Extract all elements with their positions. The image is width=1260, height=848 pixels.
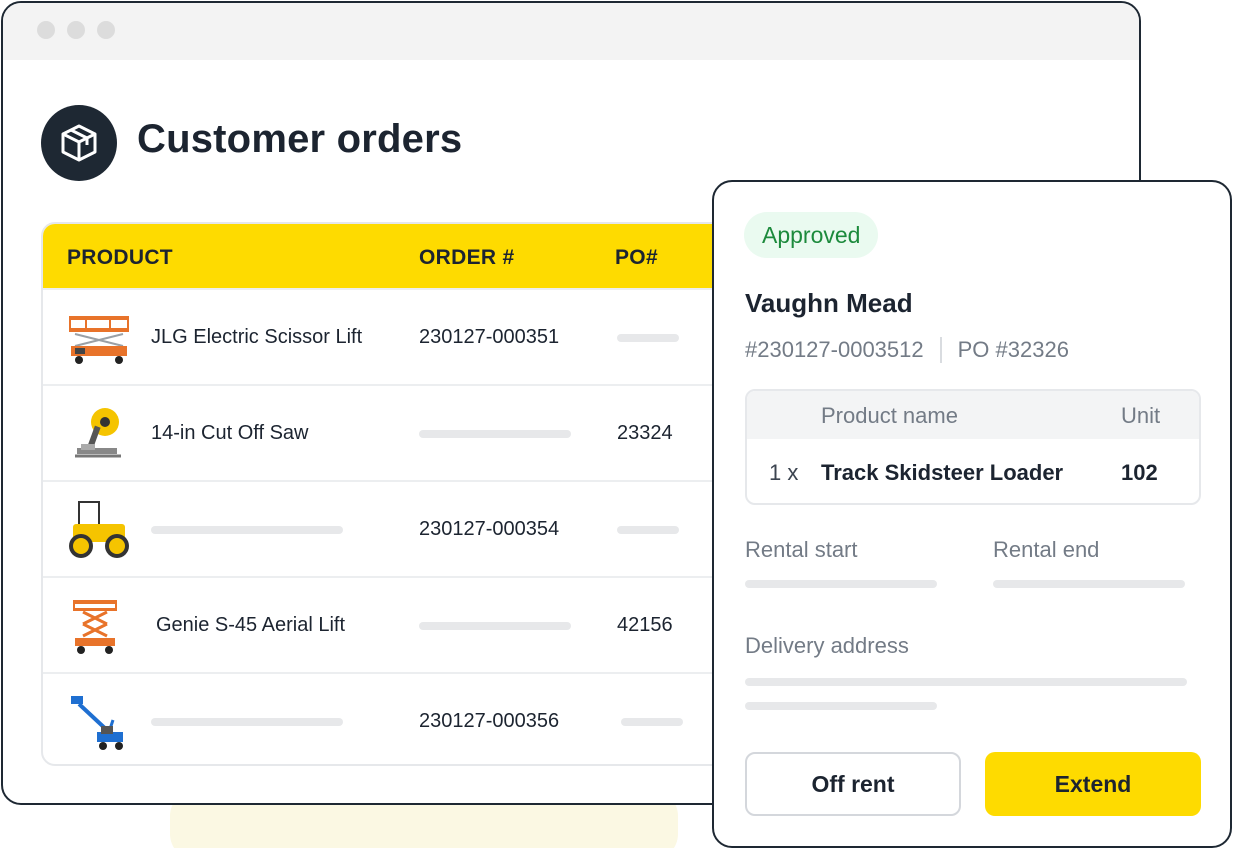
aerial-lift-icon [73,600,117,654]
scissor-lift-icon [69,316,129,364]
col-header-product[interactable]: PRODUCT [67,246,173,270]
window-titlebar [3,3,1139,60]
product-name: Genie S-45 Aerial Lift [156,614,345,636]
status-badge: Approved [744,212,879,258]
order-placeholder [419,622,571,630]
rental-end-placeholder [993,580,1185,588]
product-name: Track Skidsteer Loader [821,460,1064,485]
col-header-po[interactable]: PO# [615,246,658,270]
customer-name: Vaughn Mead [745,288,913,318]
product-unit: 102 [1121,460,1158,485]
page-title: Customer orders [137,117,463,161]
order-number: #230127-0003512 [745,337,924,362]
po-number: 23324 [617,422,673,444]
product-table: Product name Unit 1 x Track Skidsteer Lo… [745,389,1201,505]
po-placeholder [617,334,679,342]
delivery-address-label: Delivery address [745,633,909,658]
po-placeholder [621,718,683,726]
off-rent-button[interactable]: Off rent [745,752,961,816]
order-detail-panel: Approved Vaughn Mead #230127-0003512 PO … [712,180,1232,848]
col-product-name: Product name [821,403,958,428]
rental-start-placeholder [745,580,937,588]
product-placeholder [151,718,343,726]
roller-compactor-icon [69,501,129,558]
product-placeholder [151,526,343,534]
delivery-address-placeholder [745,678,1187,686]
po-placeholder [617,526,679,534]
meta-divider [939,337,942,363]
cut-off-saw-icon [75,408,121,458]
col-header-order[interactable]: ORDER # [419,246,514,270]
window-dot-close[interactable] [37,21,55,39]
order-number: 230127-000354 [419,518,560,540]
window-dot-maximize[interactable] [97,21,115,39]
package-icon [41,105,117,181]
product-name: 14-in Cut Off Saw [151,422,309,444]
col-unit: Unit [1121,403,1161,428]
rental-end-label: Rental end [993,537,1100,562]
product-name: JLG Electric Scissor Lift [151,326,363,348]
product-table-header: Product name Unit [747,391,1199,439]
order-number: 230127-000351 [419,326,560,348]
boom-lift-icon [71,696,123,750]
extend-button[interactable]: Extend [985,752,1201,816]
order-placeholder [419,430,571,438]
po-number: 42156 [617,614,673,636]
order-number: 230127-000356 [419,710,560,732]
po-number: PO #32326 [957,337,1069,362]
order-meta: #230127-0003512 PO #32326 [745,337,1069,363]
delivery-address-placeholder-2 [745,702,937,710]
product-qty: 1 x [769,460,799,485]
product-table-row[interactable]: 1 x Track Skidsteer Loader 102 [747,439,1199,503]
window-dot-minimize[interactable] [67,21,85,39]
rental-start-label: Rental start [745,537,858,562]
